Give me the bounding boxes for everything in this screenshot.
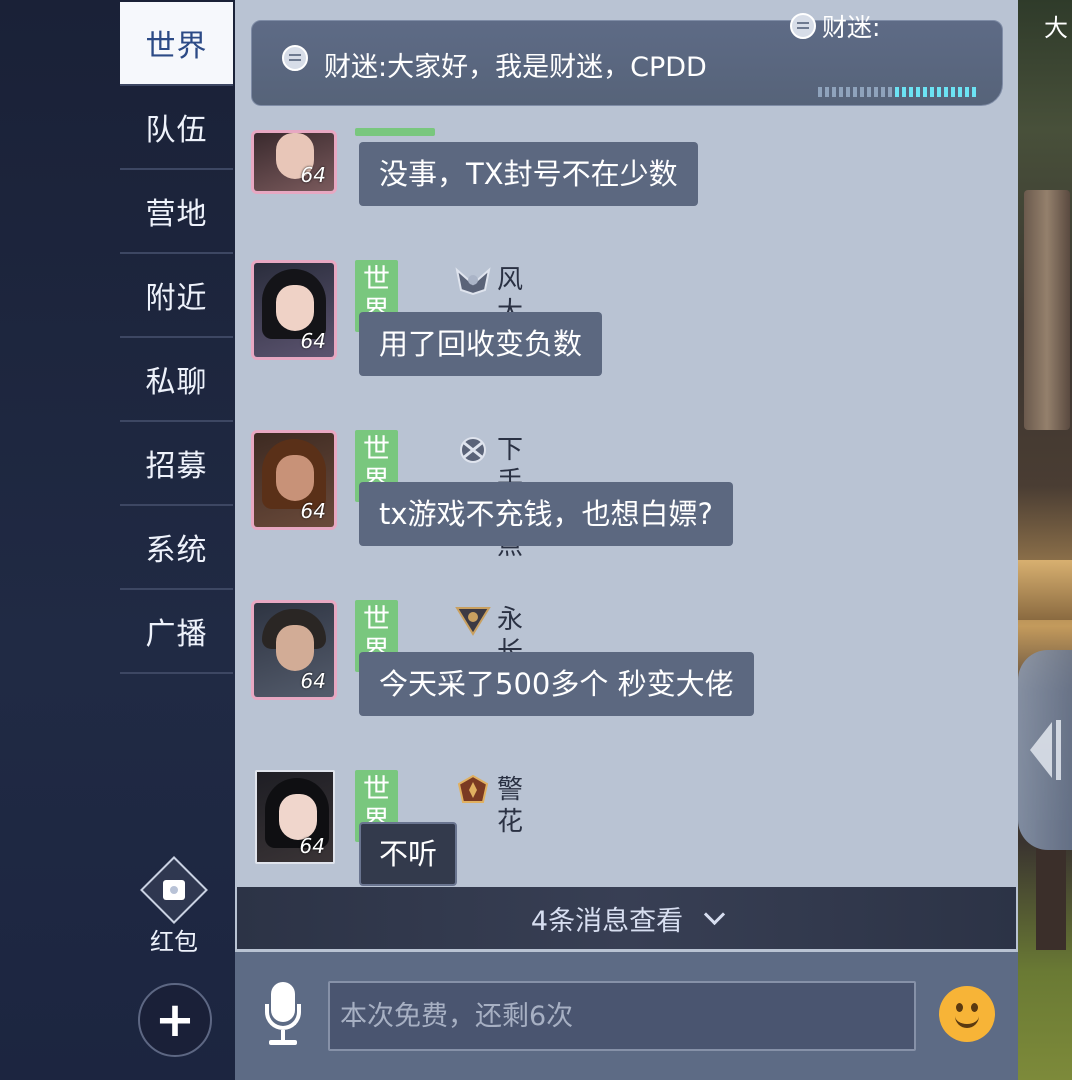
tab-nearby[interactable]: 附近 [120,254,233,338]
channel-tag [355,128,435,136]
game-scene-background [1018,0,1072,1080]
player-avatar[interactable]: 64 [255,770,335,864]
tab-label: 广播 [145,617,208,652]
add-button[interactable]: + [138,983,212,1057]
tab-recruit[interactable]: 招募 [120,422,233,506]
scene-corner-text: 大 [1044,14,1068,42]
new-messages-label: 4条消息查看 [530,905,684,937]
player-level: 64 [300,329,326,353]
tab-label: 私聊 [145,365,208,400]
rank-badge-icon [455,607,491,636]
red-packet-button[interactable]: 红包 [138,856,210,957]
scene-wooden-beam [1024,190,1070,430]
new-messages-button[interactable]: 4条消息查看 [237,887,1016,949]
channel-sidebar: 世界 队伍 营地 附近 私聊 招募 系统 广播 红包 + [0,0,235,1080]
smiley-face-icon [955,1016,979,1028]
speaker-icon [790,13,816,39]
message-bubble[interactable]: 不听 [359,822,458,886]
chat-input-bar [235,952,1018,1080]
broadcast-text: 财迷:大家好，我是财迷，CPDD [324,52,707,83]
player-avatar[interactable]: 64 [251,130,337,194]
chat-message-list[interactable]: 64 没事，TX封号不在少数 64 世界 风大大 用了回收变负数 64 世界 [235,0,1018,952]
tab-label: 系统 [145,533,208,568]
tab-label: 队伍 [145,113,208,148]
sender-name[interactable]: 警花 [497,774,523,838]
chat-input-field[interactable] [328,981,916,1051]
pinned-broadcast-banner[interactable]: 财迷:大家好，我是财迷，CPDD [251,20,1003,106]
plus-icon: + [154,992,196,1048]
player-level: 64 [300,669,326,693]
tab-broadcast[interactable]: 广播 [120,590,233,674]
player-avatar[interactable]: 64 [251,430,337,530]
tab-world[interactable]: 世界 [120,2,233,86]
player-level: 64 [300,163,326,187]
player-level: 64 [299,834,325,858]
tab-team[interactable]: 队伍 [120,86,233,170]
tab-label: 附近 [145,281,208,316]
player-avatar[interactable]: 64 [251,260,337,360]
broadcast-sender-name: 财迷: [822,13,881,42]
tab-label: 营地 [145,197,208,232]
voice-input-button[interactable] [261,982,305,1052]
chevron-down-icon [703,903,726,925]
rank-badge-icon [457,774,489,803]
emoji-button[interactable] [939,986,995,1042]
tab-private-chat[interactable]: 私聊 [120,338,233,422]
message-bubble[interactable]: 没事，TX封号不在少数 [359,142,698,206]
message-bubble[interactable]: 今天采了500多个 秒变大佬 [359,652,754,716]
player-level: 64 [300,499,326,523]
red-packet-label: 红包 [150,928,198,956]
player-avatar[interactable]: 64 [251,600,337,700]
rank-badge-icon [455,267,491,296]
tab-label: 世界 [145,29,208,64]
broadcast-progress-indicator [818,87,976,97]
red-packet-icon [140,856,208,924]
message-bubble[interactable]: tx游戏不充钱，也想白嫖? [359,482,733,546]
arrow-left-icon [1030,722,1052,778]
rank-badge-icon [460,437,486,463]
tab-label: 招募 [145,449,208,484]
tab-system[interactable]: 系统 [120,506,233,590]
collapse-chat-button[interactable] [1018,650,1072,850]
scene-railing [1018,560,1072,620]
message-bubble[interactable]: 用了回收变负数 [359,312,603,376]
tab-camp[interactable]: 营地 [120,170,233,254]
broadcast-sender-overlay: 财迷: [790,8,880,44]
speaker-icon [282,45,308,71]
